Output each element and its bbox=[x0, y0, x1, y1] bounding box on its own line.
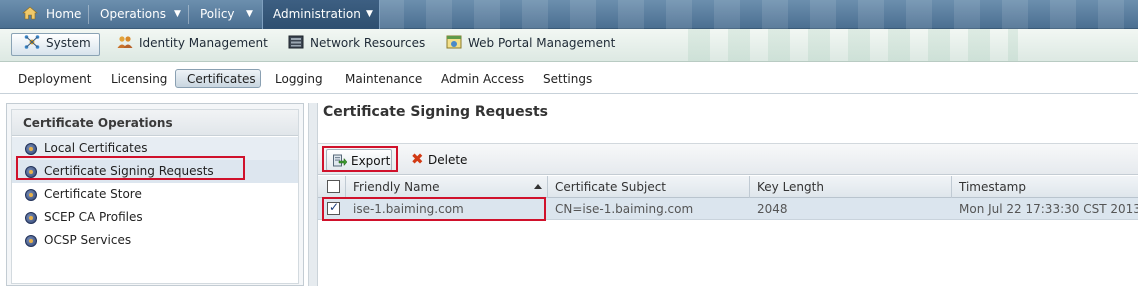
certificate-icon bbox=[25, 143, 37, 155]
certificate-icon bbox=[25, 189, 37, 201]
tab-maintenance[interactable]: Maintenance bbox=[345, 70, 422, 88]
column-header-certificate-subject[interactable]: Certificate Subject bbox=[555, 176, 666, 198]
sub-nav-network-resources[interactable]: Network Resources bbox=[288, 29, 426, 61]
tab-admin-access[interactable]: Admin Access bbox=[441, 70, 524, 88]
sidebar-item-certificate-store[interactable]: Certificate Store bbox=[12, 183, 298, 206]
top-nav-home-label: Home bbox=[46, 7, 82, 21]
delete-button[interactable]: ✖ Delete bbox=[410, 149, 467, 171]
sidebar-item-label: SCEP CA Profiles bbox=[44, 210, 143, 224]
sidebar-item-ocsp-services[interactable]: OCSP Services bbox=[12, 229, 298, 252]
sort-ascending-icon[interactable] bbox=[534, 184, 542, 189]
column-separator bbox=[547, 176, 548, 198]
top-nav-policy[interactable]: Policy bbox=[200, 0, 235, 29]
sub-nav-decoration bbox=[688, 29, 1018, 61]
panel-title: Certificate Operations bbox=[12, 110, 298, 136]
system-tabs: Deployment Licensing Certificates Loggin… bbox=[0, 62, 1138, 94]
highlight-box-csr-menu bbox=[16, 156, 245, 180]
top-nav-home[interactable]: Home bbox=[22, 0, 81, 29]
highlight-box-export bbox=[322, 146, 398, 172]
top-nav-administration-label: Administration bbox=[273, 7, 361, 21]
sub-nav-identity-management[interactable]: Identity Management bbox=[117, 29, 268, 61]
delete-button-label: Delete bbox=[428, 153, 468, 167]
administration-chevron-down-icon[interactable]: ▼ bbox=[366, 0, 373, 29]
certificate-operations-panel: Certificate Operations Local Certificate… bbox=[6, 103, 304, 286]
operations-chevron-down-icon[interactable]: ▼ bbox=[174, 0, 181, 29]
network-device-icon bbox=[288, 35, 304, 49]
admin-sub-navigation: System Identity Management Network Resou… bbox=[0, 29, 1138, 62]
policy-chevron-down-icon[interactable]: ▼ bbox=[246, 0, 253, 29]
delete-x-icon: ✖ bbox=[411, 150, 424, 168]
tab-licensing[interactable]: Licensing bbox=[111, 70, 167, 88]
sub-nav-system-label: System bbox=[46, 36, 91, 50]
cell-certificate-subject: CN=ise-1.baiming.com bbox=[555, 202, 694, 216]
top-navigation-bar: Home Operations ▼ Policy ▼ Administratio… bbox=[0, 0, 1138, 29]
cell-timestamp: Mon Jul 22 17:33:30 CST 2013 bbox=[959, 202, 1138, 216]
users-icon bbox=[117, 36, 133, 48]
sidebar-item-label: OCSP Services bbox=[44, 233, 132, 247]
sub-nav-system[interactable]: System bbox=[24, 29, 91, 61]
csr-toolbar: Export ✖ Delete bbox=[318, 143, 1138, 175]
column-separator bbox=[345, 176, 346, 198]
table-empty-area bbox=[318, 221, 1138, 286]
sidebar-item-scep-ca-profiles[interactable]: SCEP CA Profiles bbox=[12, 206, 298, 229]
column-separator bbox=[951, 176, 952, 198]
highlight-box-csr-row bbox=[322, 197, 546, 221]
sub-nav-network-resources-label: Network Resources bbox=[310, 36, 426, 50]
column-header-timestamp[interactable]: Timestamp bbox=[959, 176, 1026, 198]
top-nav-administration[interactable]: Administration bbox=[273, 0, 361, 29]
home-icon bbox=[22, 6, 38, 20]
column-header-key-length[interactable]: Key Length bbox=[757, 176, 824, 198]
top-nav-operations-label: Operations bbox=[100, 7, 166, 21]
certificate-icon bbox=[25, 235, 37, 247]
sub-nav-web-portal-management[interactable]: Web Portal Management bbox=[446, 29, 616, 61]
sub-nav-web-portal-management-label: Web Portal Management bbox=[468, 36, 616, 50]
top-nav-policy-label: Policy bbox=[200, 7, 235, 21]
column-header-friendly-name[interactable]: Friendly Name bbox=[353, 176, 440, 198]
top-nav-decoration bbox=[378, 0, 1138, 29]
select-all-checkbox[interactable] bbox=[327, 180, 340, 193]
web-portal-icon bbox=[446, 35, 462, 49]
top-nav-operations[interactable]: Operations bbox=[100, 0, 166, 29]
top-nav-separator bbox=[88, 5, 89, 24]
sidebar-item-label: Certificate Store bbox=[44, 187, 142, 201]
certificate-icon bbox=[25, 212, 37, 224]
panel-splitter[interactable] bbox=[308, 103, 318, 286]
system-network-icon bbox=[24, 35, 40, 49]
cell-key-length: 2048 bbox=[757, 202, 788, 216]
tab-settings[interactable]: Settings bbox=[543, 70, 592, 88]
sub-nav-identity-management-label: Identity Management bbox=[139, 36, 268, 50]
top-nav-separator bbox=[188, 5, 189, 24]
tab-deployment[interactable]: Deployment bbox=[18, 70, 91, 88]
tab-certificates[interactable]: Certificates bbox=[187, 70, 256, 88]
page-title: Certificate Signing Requests bbox=[323, 104, 548, 120]
column-separator bbox=[749, 176, 750, 198]
table-header: Friendly Name Certificate Subject Key Le… bbox=[318, 176, 1138, 198]
certificate-operations-list: Certificate Operations Local Certificate… bbox=[11, 109, 299, 284]
sidebar-item-label: Local Certificates bbox=[44, 141, 148, 155]
tab-logging[interactable]: Logging bbox=[275, 70, 323, 88]
